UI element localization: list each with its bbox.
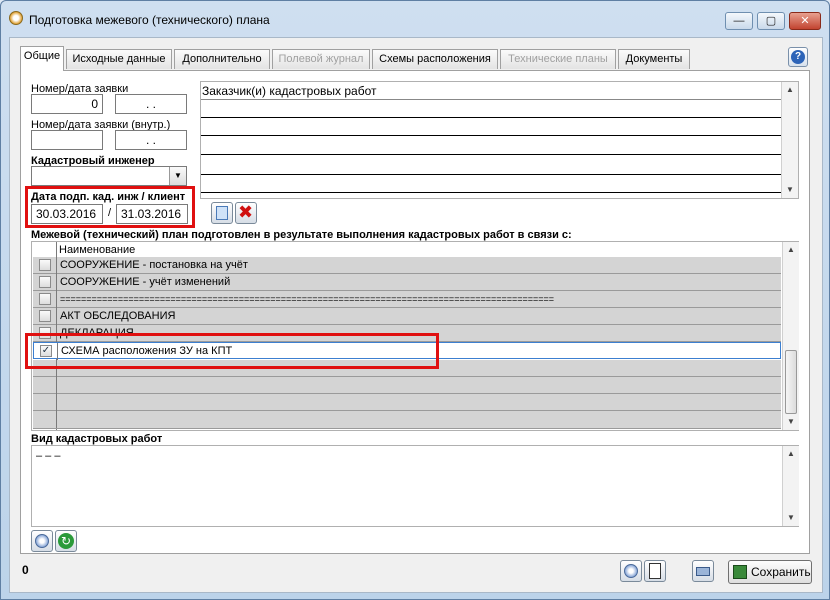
list-item-empty[interactable] — [33, 394, 781, 411]
tab-content-general: Номер/дата заявки 0 . . Номер/дата заявк… — [20, 70, 810, 554]
tab-general[interactable]: Общие — [20, 46, 64, 71]
scroll-up-icon[interactable]: ▲ — [782, 82, 798, 98]
main-panel: Общие Исходные данные Дополнительно Поле… — [9, 37, 823, 593]
disk-button[interactable] — [31, 530, 53, 552]
scroll-up-icon[interactable]: ▲ — [783, 446, 799, 462]
request-date-field[interactable]: . . — [115, 94, 187, 114]
highlight-frame-dates — [25, 186, 195, 228]
scroll-down-icon[interactable]: ▼ — [783, 414, 799, 430]
close-button[interactable]: ✕ — [789, 12, 821, 30]
customers-header: Заказчик(и) кадастровых работ — [202, 84, 377, 98]
disk-button-bottom[interactable] — [620, 560, 642, 582]
tab-source-data[interactable]: Исходные данные — [66, 49, 172, 69]
tab-technical-plans: Технические планы — [500, 49, 616, 69]
reasons-scrollbar[interactable]: ▲ ▼ — [782, 242, 799, 430]
chevron-down-icon[interactable]: ▼ — [169, 167, 186, 185]
request-internal-number-field[interactable] — [31, 130, 103, 150]
disk-icon — [35, 534, 49, 548]
work-type-field[interactable]: – – – ▲ ▼ — [31, 445, 799, 527]
help-button[interactable]: ? — [788, 47, 808, 67]
tab-location-schemes[interactable]: Схемы расположения — [372, 49, 498, 69]
checkbox[interactable] — [39, 293, 51, 305]
maximize-button[interactable]: ▢ — [757, 12, 785, 30]
checkbox[interactable] — [39, 276, 51, 288]
customers-scrollbar[interactable]: ▲ ▼ — [781, 82, 798, 198]
list-header: Наименование — [59, 244, 136, 256]
document-icon — [649, 563, 661, 579]
document-button[interactable] — [644, 560, 666, 582]
work-type-scrollbar[interactable]: ▲ ▼ — [782, 446, 799, 526]
title-bar[interactable]: Подготовка межевого (технического) плана… — [1, 1, 829, 35]
list-button[interactable] — [211, 202, 233, 224]
status-count: 0 — [22, 563, 29, 577]
list-item-empty[interactable] — [33, 411, 781, 429]
app-icon — [9, 11, 23, 25]
tab-additional[interactable]: Дополнительно — [174, 49, 270, 69]
save-label: Сохранить — [751, 565, 811, 579]
request-number-field[interactable]: 0 — [31, 94, 103, 114]
tab-field-journal: Полевой журнал — [272, 49, 370, 69]
print-button[interactable] — [692, 560, 714, 582]
delete-icon: ✖ — [238, 202, 254, 222]
list-item[interactable]: АКТ ОБСЛЕДОВАНИЯ — [33, 308, 781, 325]
list-item-empty[interactable] — [33, 377, 781, 394]
list-item[interactable]: СООРУЖЕНИЕ - постановка на учёт — [33, 257, 781, 274]
printer-icon — [696, 567, 710, 576]
work-type-label: Вид кадастровых работ — [31, 433, 163, 445]
window-title: Подготовка межевого (технического) плана — [29, 13, 270, 27]
save-icon — [733, 565, 747, 579]
checkbox[interactable] — [39, 310, 51, 322]
scroll-down-icon[interactable]: ▼ — [783, 510, 799, 526]
scroll-thumb[interactable] — [785, 350, 797, 414]
work-type-value: – – – — [36, 450, 61, 462]
scroll-down-icon[interactable]: ▼ — [782, 182, 798, 198]
list-item[interactable]: ========================================… — [33, 291, 781, 308]
disk-icon — [624, 564, 638, 578]
scroll-up-icon[interactable]: ▲ — [783, 242, 799, 258]
list-icon — [216, 206, 228, 220]
refresh-icon: ↻ — [58, 533, 74, 549]
minimize-button[interactable]: — — [725, 12, 753, 30]
customers-grid[interactable]: Заказчик(и) кадастровых работ ▲ ▼ — [200, 81, 799, 199]
request-internal-date-field[interactable]: . . — [115, 130, 187, 150]
plan-reason-label: Межевой (технический) план подготовлен в… — [31, 229, 572, 241]
help-icon: ? — [791, 50, 805, 64]
tab-documents[interactable]: Документы — [618, 49, 690, 69]
list-item[interactable]: СООРУЖЕНИЕ - учёт изменений — [33, 274, 781, 291]
highlight-frame-selected — [25, 333, 439, 369]
refresh-button[interactable]: ↻ — [55, 530, 77, 552]
checkbox[interactable] — [39, 259, 51, 271]
delete-button[interactable]: ✖ — [235, 202, 257, 224]
engineer-select[interactable]: ▼ — [31, 166, 187, 186]
save-button[interactable]: Сохранить — [728, 560, 812, 584]
app-window: Подготовка межевого (технического) плана… — [0, 0, 830, 600]
